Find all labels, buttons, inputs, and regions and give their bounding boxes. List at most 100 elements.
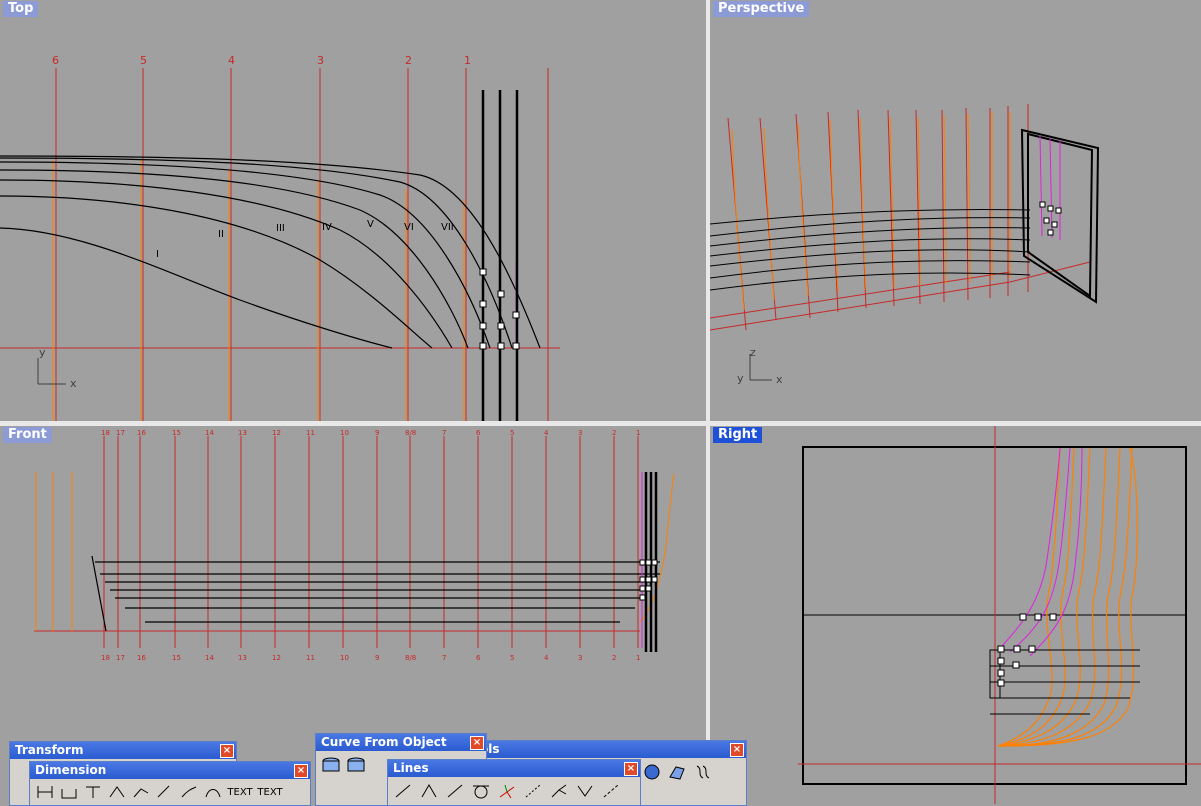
station-label: 10 (340, 429, 349, 437)
waterline-label: I (156, 249, 159, 260)
top-view-drawing (0, 68, 560, 421)
viewport-label-top[interactable]: Top (3, 1, 39, 17)
station-label: 16 (137, 429, 146, 437)
sphere-tool-icon[interactable] (641, 761, 663, 783)
waterline-label: VI (404, 222, 414, 233)
diameter-dimension-icon[interactable] (154, 781, 176, 803)
front-station-labels-bottom: 18 17 16 15 14 13 12 11 10 9 8/8 7 6 5 4… (0, 654, 706, 664)
station-label: 14 (205, 429, 214, 437)
close-icon[interactable]: × (624, 762, 638, 776)
station-label: 1 (464, 54, 471, 67)
station-label: 11 (306, 654, 315, 662)
station-label: 8/8 (405, 654, 417, 662)
axis-label-z: z (750, 346, 756, 359)
polyline-tool-icon[interactable] (418, 780, 440, 802)
station-label: 2 (612, 654, 617, 662)
station-label: 9 (375, 429, 380, 437)
axis-label-x: x (776, 373, 783, 386)
viewport-label-perspective[interactable]: Perspective (713, 1, 810, 17)
front-station-labels-top: 18 17 16 15 14 13 12 11 10 9 8/8 7 6 5 4… (0, 429, 706, 439)
viewport-divider-horizontal[interactable] (0, 421, 1201, 426)
station-label: 6 (476, 654, 481, 662)
close-icon[interactable]: × (294, 764, 308, 778)
tangent-line-icon[interactable] (470, 780, 492, 802)
line-tool-icon[interactable] (392, 780, 414, 802)
station-label: 17 (116, 654, 125, 662)
station-label: 12 (272, 429, 281, 437)
station-label: 2 (405, 54, 412, 67)
toolbar-curve-from-object-title[interactable]: Curve From Object × (316, 734, 486, 751)
station-label: 10 (340, 654, 349, 662)
viewport-label-right[interactable]: Right (713, 427, 763, 443)
toolbar-lines-title[interactable]: Lines × (388, 760, 640, 777)
station-label: 12 (272, 654, 281, 662)
station-label: 2 (612, 429, 617, 437)
viewport-right[interactable]: Right (710, 426, 1201, 804)
waterline-label: VII (441, 222, 454, 233)
right-view-drawing (798, 426, 1201, 804)
viewport-divider-vertical[interactable] (706, 0, 710, 804)
station-label: 13 (238, 429, 247, 437)
axis-label-y: y (39, 346, 46, 359)
station-label: 3 (317, 54, 324, 67)
waterline-label: IV (322, 222, 332, 233)
angle-dimension-icon[interactable] (106, 781, 128, 803)
station-label: 6 (52, 54, 59, 67)
toolbar-dimension[interactable]: Dimension × TEXT TEXT (29, 761, 311, 806)
station-label: 5 (510, 429, 515, 437)
loft-tool-icon[interactable] (691, 761, 713, 783)
text-tool-button[interactable]: TEXT (226, 781, 254, 803)
station-label: 17 (116, 429, 125, 437)
text-block-button[interactable]: TEXT (256, 781, 284, 803)
duplicate-edge-icon[interactable] (320, 754, 342, 776)
station-label: 9 (375, 654, 380, 662)
toolbar-transform-title[interactable]: Transform × (10, 742, 236, 759)
station-label: 15 (172, 429, 181, 437)
station-label: 16 (137, 654, 146, 662)
station-label: 18 (101, 654, 110, 662)
station-label: 7 (442, 429, 447, 437)
bisector-line-icon[interactable] (548, 780, 570, 802)
station-label: 3 (578, 429, 583, 437)
station-label: 15 (172, 654, 181, 662)
close-icon[interactable]: × (730, 743, 744, 757)
line-segments-icon[interactable] (444, 780, 466, 802)
aligned-dimension-icon[interactable] (58, 781, 80, 803)
leader-icon[interactable] (178, 781, 200, 803)
station-label: 4 (544, 654, 549, 662)
surface-tool-icon[interactable] (666, 761, 688, 783)
radius-dimension-icon[interactable] (130, 781, 152, 803)
station-label: 6 (476, 429, 481, 437)
viewport-perspective[interactable]: Perspective z y x (710, 0, 1201, 421)
toolbar-tools-title[interactable]: ols × (471, 741, 746, 758)
duplicate-border-icon[interactable] (345, 754, 367, 776)
linear-dimension-icon[interactable] (34, 781, 56, 803)
toolbar-lines[interactable]: Lines × (387, 759, 641, 806)
extend-line-icon[interactable] (600, 780, 622, 802)
station-label: 1 (636, 429, 641, 437)
station-label: 4 (228, 54, 235, 67)
station-label: 14 (205, 654, 214, 662)
station-label: 3 (578, 654, 583, 662)
viewport-top[interactable]: Top 6 5 4 3 2 1 I II III IV V VI VII y x (0, 0, 706, 421)
station-label: 7 (442, 654, 447, 662)
station-label: 11 (306, 429, 315, 437)
perspective-view-drawing (710, 104, 1100, 381)
viewport-label-front[interactable]: Front (3, 427, 52, 443)
ordinate-icon[interactable] (202, 781, 224, 803)
perpendicular-line-icon[interactable] (574, 780, 596, 802)
station-label: 8/8 (405, 429, 417, 437)
close-icon[interactable]: × (220, 744, 234, 758)
station-label: 5 (510, 654, 515, 662)
waterline-label: V (367, 219, 374, 230)
close-icon[interactable]: × (470, 736, 484, 750)
axis-label-y: y (737, 372, 744, 385)
station-label: 4 (544, 429, 549, 437)
waterline-label: II (218, 229, 224, 240)
normal-line-icon[interactable] (496, 780, 518, 802)
station-label: 18 (101, 429, 110, 437)
rotated-dimension-icon[interactable] (82, 781, 104, 803)
angled-line-icon[interactable] (522, 780, 544, 802)
toolbar-dimension-title[interactable]: Dimension × (30, 762, 310, 779)
axis-label-x: x (70, 377, 77, 390)
